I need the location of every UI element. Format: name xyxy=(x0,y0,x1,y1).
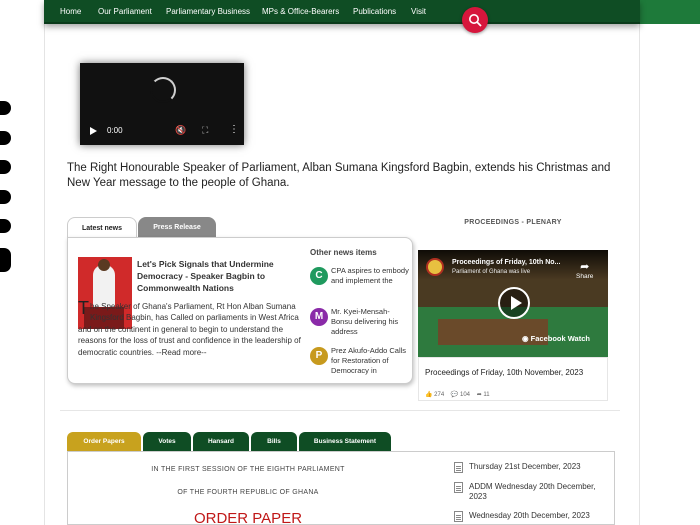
embed-video-subtitle: Parliament of Ghana was live xyxy=(452,269,531,275)
nav-mps-office-bearers[interactable]: MPs & Office-Bearers xyxy=(262,7,339,16)
document-icon xyxy=(454,482,463,493)
document-date: ADDM Wednesday 20th December, 2023 xyxy=(469,482,596,501)
tab-press-release[interactable]: Press Release xyxy=(138,217,216,238)
news-summary: The Speaker of Ghana's Parliament, Rt Ho… xyxy=(78,298,306,358)
news-headline[interactable]: Let's Pick Signals that Undermine Democr… xyxy=(137,258,282,294)
order-paper-title: ORDER PAPER xyxy=(193,510,303,525)
share-count-icon[interactable]: ➦ xyxy=(477,392,482,398)
engagement-stats: 👍 274 💬 104 ➦ 11 xyxy=(425,391,490,398)
share-label: Share xyxy=(576,273,594,280)
document-date: Wednesday 20th December, 2023 xyxy=(469,511,590,520)
search-button[interactable] xyxy=(462,7,488,33)
share-count: 11 xyxy=(483,392,490,398)
other-news-heading: Other news items xyxy=(310,248,377,257)
tab-votes[interactable]: Votes xyxy=(143,432,191,451)
document-icon xyxy=(454,511,463,522)
side-tab[interactable] xyxy=(0,219,11,233)
like-count: 274 xyxy=(434,392,445,398)
news-letter-badge: M xyxy=(310,308,328,326)
proceedings-caption[interactable]: Proceedings of Friday, 10th November, 20… xyxy=(425,368,583,377)
other-news-text: CPA aspires to embody and implement the xyxy=(331,266,409,285)
header-pattern xyxy=(640,0,700,24)
nav-our-parliament[interactable]: Our Parliament xyxy=(98,7,152,16)
video-controls: 0:00 🔇 ⛶ ⋮ xyxy=(80,119,244,145)
tab-latest-news[interactable]: Latest news xyxy=(67,217,137,238)
proceedings-heading: PROCEEDINGS - PLENARY xyxy=(464,219,562,226)
nav-publications[interactable]: Publications xyxy=(353,7,396,16)
other-news-text: Mr. Kyei-Mensah-Bonsu delivering his add… xyxy=(331,307,399,336)
speaker-message-caption: The Right Honourable Speaker of Parliame… xyxy=(67,162,611,189)
order-paper-line-1: IN THE FIRST SESSION OF THE EIGHTH PARLI… xyxy=(151,466,345,473)
order-paper-line-2: OF THE FOURTH REPUBLIC OF GHANA xyxy=(177,489,319,496)
news-panel: Let's Pick Signals that Undermine Democr… xyxy=(67,237,413,384)
tab-hansard[interactable]: Hansard xyxy=(193,432,249,451)
news-letter-badge: C xyxy=(310,267,328,285)
facebook-watch-label[interactable]: ◉ Facebook Watch xyxy=(522,334,590,343)
other-news-text: Prez Akufo-Addo Calls for Restoration of… xyxy=(331,346,407,375)
side-tab[interactable] xyxy=(0,131,11,145)
comment-icon[interactable]: 💬 xyxy=(451,392,458,398)
order-paper-panel: IN THE FIRST SESSION OF THE EIGHTH PARLI… xyxy=(67,451,615,525)
play-icon[interactable] xyxy=(498,287,530,319)
tab-order-papers[interactable]: Order Papers xyxy=(67,432,141,451)
document-icon xyxy=(454,462,463,473)
facebook-watch-text: Facebook Watch xyxy=(530,334,590,343)
proceedings-caption-box: Proceedings of Friday, 10th November, 20… xyxy=(418,357,608,401)
news-dropcap: T xyxy=(78,298,89,318)
news-image-head xyxy=(98,259,110,271)
video-time: 0:00 xyxy=(107,126,123,135)
side-tab[interactable] xyxy=(0,190,11,204)
side-tab[interactable] xyxy=(0,160,11,174)
share-icon: ➦ xyxy=(580,261,590,273)
nav-parliamentary-business[interactable]: Parliamentary Business xyxy=(166,7,250,16)
embed-video-title[interactable]: Proceedings of Friday, 10th No... xyxy=(452,259,560,266)
read-more-link[interactable]: --Read more-- xyxy=(156,348,206,357)
divider xyxy=(60,410,620,411)
side-tab[interactable] xyxy=(0,248,11,272)
top-navigation: Home Our Parliament Parliamentary Busine… xyxy=(44,0,640,24)
nav-home[interactable]: Home xyxy=(60,7,81,16)
search-icon xyxy=(469,14,482,27)
more-options-icon[interactable]: ⋮ xyxy=(229,124,239,135)
mute-icon[interactable]: 🔇 xyxy=(175,125,186,136)
news-letter-badge: P xyxy=(310,347,328,365)
fullscreen-icon[interactable]: ⛶ xyxy=(202,125,208,136)
side-tab[interactable] xyxy=(0,101,11,115)
video-player[interactable]: 0:00 🔇 ⛶ ⋮ xyxy=(80,63,244,145)
document-date: Thursday 21st December, 2023 xyxy=(469,462,581,471)
like-icon[interactable]: 👍 xyxy=(425,392,432,398)
facebook-video-embed[interactable]: Proceedings of Friday, 10th No... Parlia… xyxy=(418,250,608,357)
nav-visit[interactable]: Visit xyxy=(411,7,426,16)
tab-bills[interactable]: Bills xyxy=(251,432,297,451)
comment-count: 104 xyxy=(460,392,471,398)
loading-spinner-icon xyxy=(150,77,176,103)
parliament-logo-icon xyxy=(426,258,444,276)
play-icon[interactable] xyxy=(90,127,97,135)
tab-business-statement[interactable]: Business Statement xyxy=(299,432,391,451)
share-button[interactable]: ➦ Share xyxy=(576,260,593,280)
